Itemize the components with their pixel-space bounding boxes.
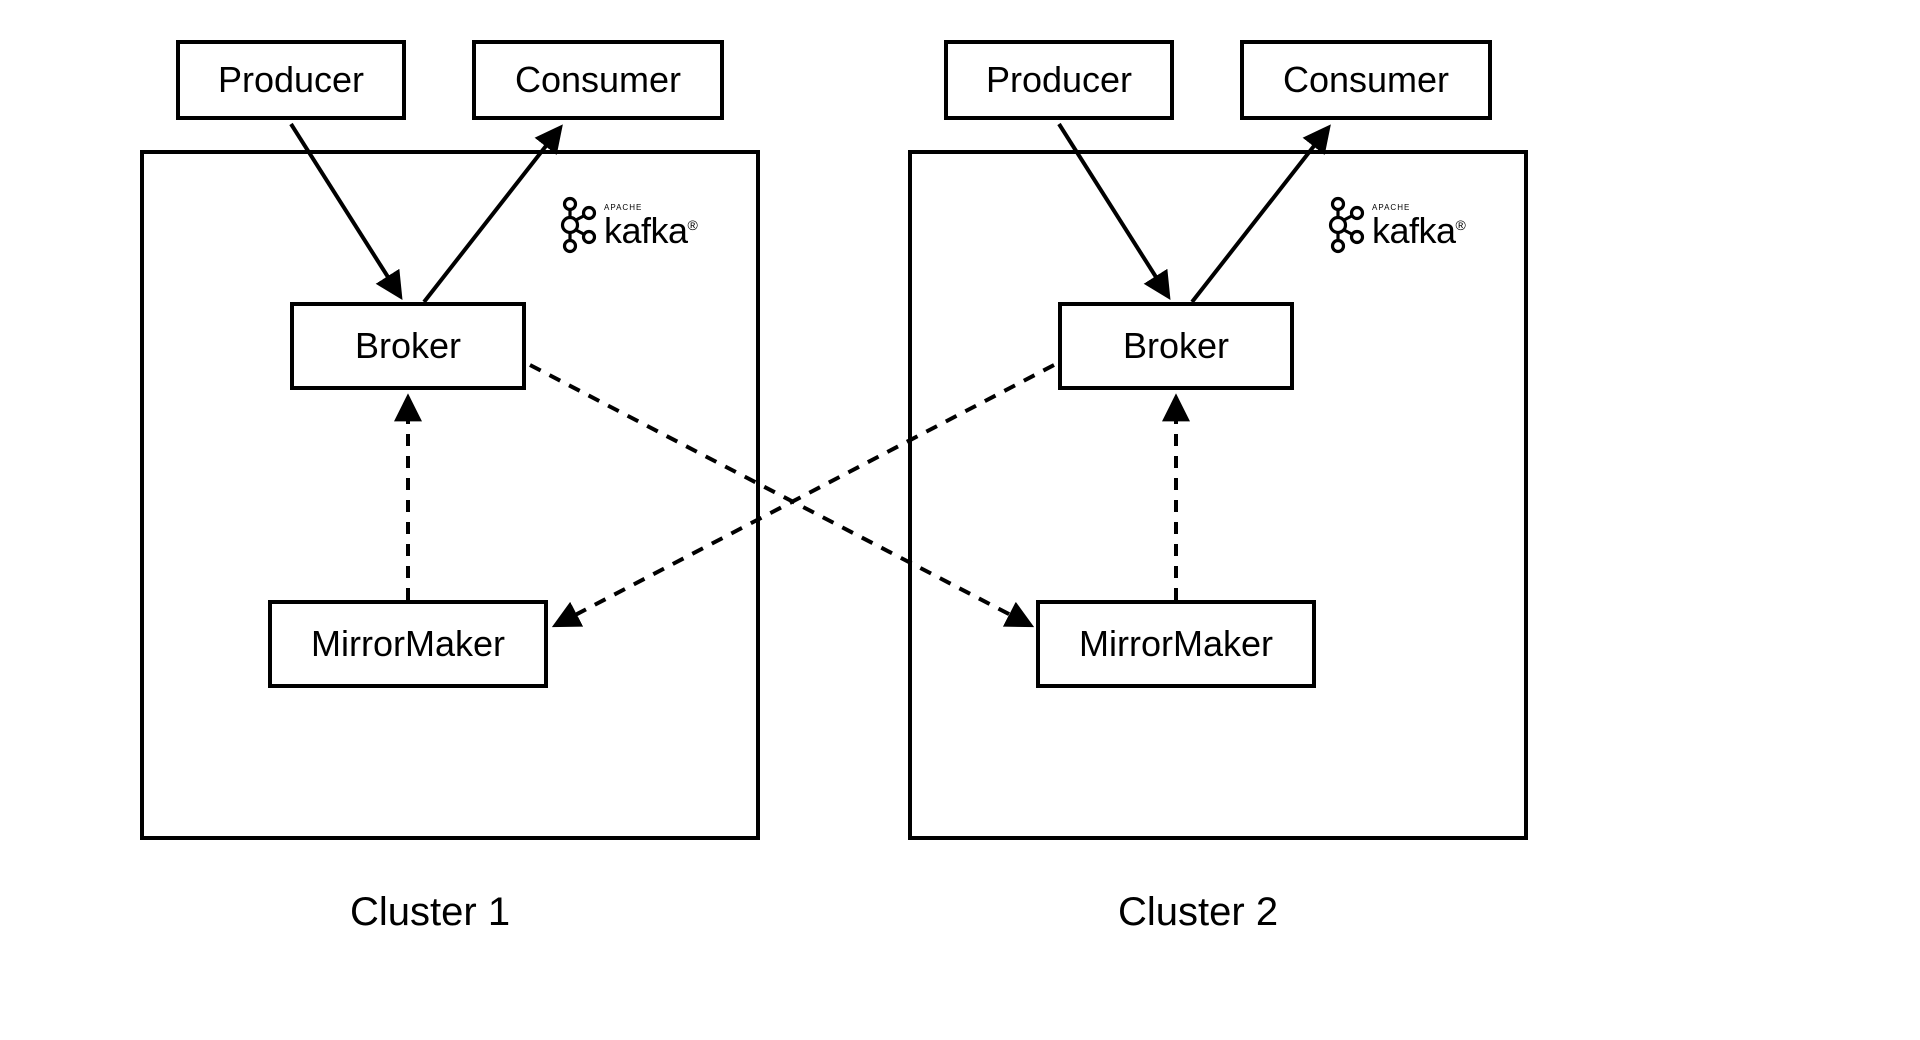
cluster2-consumer-label: Consumer [1283, 59, 1449, 101]
cluster2-broker-box: Broker [1058, 302, 1294, 390]
cluster1-title: Cluster 1 [350, 890, 510, 935]
kafka-logo-reg: ® [1456, 217, 1466, 233]
cluster1-broker-label: Broker [355, 325, 461, 367]
cluster2-title: Cluster 2 [1118, 890, 1278, 935]
diagram-canvas: Producer Consumer Broker MirrorMaker [0, 0, 1920, 1040]
cluster2-producer-label: Producer [986, 59, 1132, 101]
kafka-logo-brand: kafka [1372, 210, 1456, 251]
cluster1-producer-label: Producer [218, 59, 364, 101]
cluster2-kafka-logo: APACHE kafka® [1324, 196, 1465, 259]
cluster1-consumer-label: Consumer [515, 59, 681, 101]
cluster1-producer-box: Producer [176, 40, 406, 120]
kafka-logo-reg: ® [688, 217, 698, 233]
kafka-logo-icon [556, 196, 598, 259]
kafka-logo-brand: kafka [604, 210, 688, 251]
cluster1-broker-box: Broker [290, 302, 526, 390]
kafka-logo-icon [1324, 196, 1366, 259]
cluster2-broker-label: Broker [1123, 325, 1229, 367]
kafka-logo-text: APACHE kafka® [1372, 204, 1465, 252]
cluster1-title-text: Cluster 1 [350, 890, 510, 934]
cluster1-mirrormaker-label: MirrorMaker [311, 623, 505, 665]
cluster1-consumer-box: Consumer [472, 40, 724, 120]
cluster2-mirrormaker-label: MirrorMaker [1079, 623, 1273, 665]
cluster2-mirrormaker-box: MirrorMaker [1036, 600, 1316, 688]
cluster2-consumer-box: Consumer [1240, 40, 1492, 120]
cluster1-mirrormaker-box: MirrorMaker [268, 600, 548, 688]
cluster2-title-text: Cluster 2 [1118, 890, 1278, 934]
cluster1-kafka-logo: APACHE kafka® [556, 196, 697, 259]
kafka-logo-text: APACHE kafka® [604, 204, 697, 252]
cluster2-producer-box: Producer [944, 40, 1174, 120]
